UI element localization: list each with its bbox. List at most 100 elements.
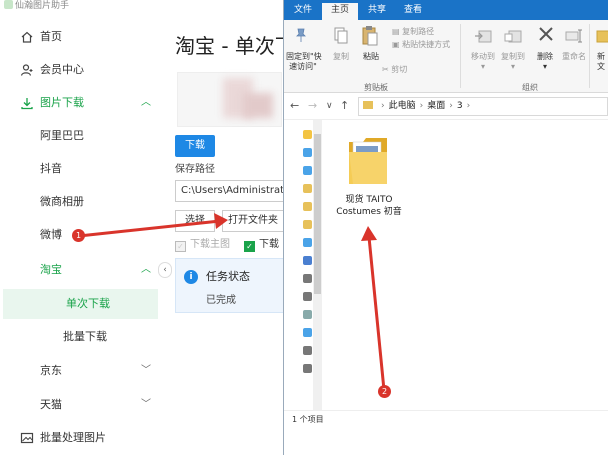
sidebar-item-label: 会员中心 [40, 63, 84, 76]
download-main-image-checkbox[interactable]: ✓ 下载主图 [175, 238, 230, 252]
sidebar-item-label: 首页 [40, 30, 62, 43]
sidebar-item-label: 单次下载 [66, 297, 110, 310]
quick-access-icon[interactable] [303, 130, 312, 139]
delete-button[interactable]: 删除 ▾ [532, 52, 558, 72]
breadcrumb[interactable]: › 此电脑 › 桌面 › 3 › [358, 97, 608, 116]
drive-icon[interactable] [303, 292, 312, 301]
desktop-icon[interactable] [303, 328, 312, 337]
folder-icon[interactable] [303, 202, 312, 211]
task-status-card: i 任务状态 已完成 [175, 258, 287, 313]
breadcrumb-desktop[interactable]: 桌面 [427, 101, 445, 111]
sidebar-item-member-center[interactable]: 会员中心 [0, 55, 160, 85]
move-to-button[interactable]: 移动到 ▾ [466, 52, 500, 72]
cloud-icon[interactable] [303, 166, 312, 175]
pin-quick-access-button[interactable]: 固定到"快 速访问" [286, 52, 322, 72]
save-path-input[interactable]: C:\Users\Administrator [175, 180, 285, 202]
dropdown-arrow-icon: ▾ [542, 62, 547, 71]
back-arrow-icon[interactable]: ← [290, 99, 299, 112]
sidebar-item-weishang-album[interactable]: 微商相册 [0, 187, 160, 217]
folder-icon[interactable] [303, 184, 312, 193]
organize-group-label: 组织 [522, 83, 538, 92]
drive-icon[interactable] [303, 274, 312, 283]
app-title-text: 仙瀚图片助手 [15, 1, 70, 11]
chevron-up-icon: ︿ [141, 97, 151, 108]
sidebar-item-label: 批量处理图片 [40, 431, 106, 444]
sidebar-item-image-download[interactable]: 图片下载 ︿ [0, 88, 160, 118]
sidebar-item-label: 淘宝 [40, 263, 62, 276]
paste-shortcut-button[interactable]: ▣ 粘贴快捷方式 [392, 40, 450, 50]
tab-share[interactable]: 共享 [360, 3, 394, 20]
delete-icon [539, 27, 553, 41]
checkmark-icon: ✓ [175, 241, 186, 252]
chevron-right-icon: › [419, 101, 424, 111]
move-to-icon [475, 30, 492, 43]
shortcut-icon: ▣ [392, 40, 403, 49]
folder-name: 现货 TAITO Costumes 初音 [336, 195, 402, 217]
checkmark-icon: ✓ [244, 241, 255, 252]
rename-button[interactable]: 重命名 [560, 52, 588, 62]
up-arrow-icon[interactable]: ↑ [340, 99, 349, 112]
chevron-right-icon: › [466, 101, 471, 111]
app-logo [4, 0, 13, 9]
tab-view[interactable]: 查看 [396, 3, 430, 20]
tab-file[interactable]: 文件 [286, 3, 320, 20]
copy-path-button[interactable]: ▤ 复制路径 [392, 27, 434, 37]
sidebar-item-batch-process[interactable]: 批量处理图片 [0, 423, 160, 453]
copy-button[interactable]: 复制 [328, 52, 354, 62]
app-title: 仙瀚图片助手 [4, 0, 69, 13]
new-folder-button[interactable]: 新文 [597, 52, 605, 72]
download-detail-checkbox[interactable]: ✓ 下载 [244, 238, 279, 252]
download-button[interactable]: 下载 [175, 135, 215, 157]
copy-to-button[interactable]: 复制到 ▾ [496, 52, 530, 72]
drive-icon[interactable] [303, 364, 312, 373]
folder-icon [349, 138, 387, 184]
open-folder-button[interactable]: 打开文件夹 [222, 210, 284, 232]
pin-icon [296, 28, 306, 42]
paste-icon [362, 26, 378, 46]
cut-button[interactable]: ✂ 剪切 [382, 65, 407, 75]
drive-icon[interactable] [303, 346, 312, 355]
checkbox-label: 下载 [259, 239, 279, 250]
sidebar-item-label: 微博 [40, 228, 62, 241]
breadcrumb-this-pc[interactable]: 此电脑 [389, 101, 416, 111]
paste-button[interactable]: 粘贴 [358, 52, 384, 62]
breadcrumb-folder-3[interactable]: 3 [457, 101, 463, 111]
sidebar-item-taobao[interactable]: 淘宝 ︿ [0, 255, 160, 285]
sidebar-item-tmall[interactable]: 天猫 ﹀ [0, 390, 160, 420]
forward-arrow-icon[interactable]: → [308, 99, 317, 112]
product-image-preview [177, 72, 282, 127]
chevron-down-icon: ﹀ [141, 365, 151, 376]
chevron-up-icon: ︿ [141, 264, 151, 275]
status-value: 已完成 [206, 295, 236, 306]
sidebar-item-single-download[interactable]: 单次下载 [3, 289, 158, 319]
choose-path-button[interactable]: 选择 [175, 210, 215, 232]
navigation-scrollbar[interactable] [313, 120, 322, 410]
this-pc-icon[interactable] [303, 256, 312, 265]
sidebar-item-alibaba[interactable]: 阿里巴巴 [0, 121, 160, 151]
chevron-right-icon: › [381, 101, 385, 111]
tab-home[interactable]: 主页 [322, 3, 358, 20]
sidebar-item-batch-download[interactable]: 批量下载 [0, 322, 160, 352]
onedrive-icon[interactable] [303, 148, 312, 157]
sidebar-item-jd[interactable]: 京东 ﹀ [0, 356, 160, 386]
sidebar-item-douyin[interactable]: 抖音 [0, 154, 160, 184]
folder-icon[interactable] [303, 220, 312, 229]
annotation-badge-1: 1 [72, 229, 85, 242]
network-icon[interactable] [303, 238, 312, 247]
info-icon: i [184, 270, 198, 284]
sidebar-item-label: 阿里巴巴 [40, 129, 84, 142]
scissors-icon: ✂ [382, 65, 392, 74]
navigation-pane [284, 120, 322, 410]
image-icon [20, 432, 34, 444]
chevron-left-icon: ‹ [163, 265, 167, 275]
screen: 仙瀚图片助手 首页 会员中心 图片下载 ︿ 阿里巴巴 抖音 微商相册 微博 淘宝 [0, 0, 608, 455]
drive-icon[interactable] [303, 310, 312, 319]
sidebar-item-label: 抖音 [40, 162, 62, 175]
rename-icon [565, 29, 582, 43]
explorer-ribbon: 固定到"快 速访问" 复制 粘贴 ▤ 复制路径 ▣ 粘贴快捷方式 ✂ 剪切 剪贴… [284, 20, 608, 93]
collapse-sidebar-button[interactable]: ‹ [158, 262, 172, 278]
new-folder-icon [596, 30, 608, 43]
sidebar-item-home[interactable]: 首页 [0, 22, 160, 52]
chevron-right-icon: › [449, 101, 453, 111]
recent-locations-icon[interactable]: ∨ [326, 101, 333, 111]
